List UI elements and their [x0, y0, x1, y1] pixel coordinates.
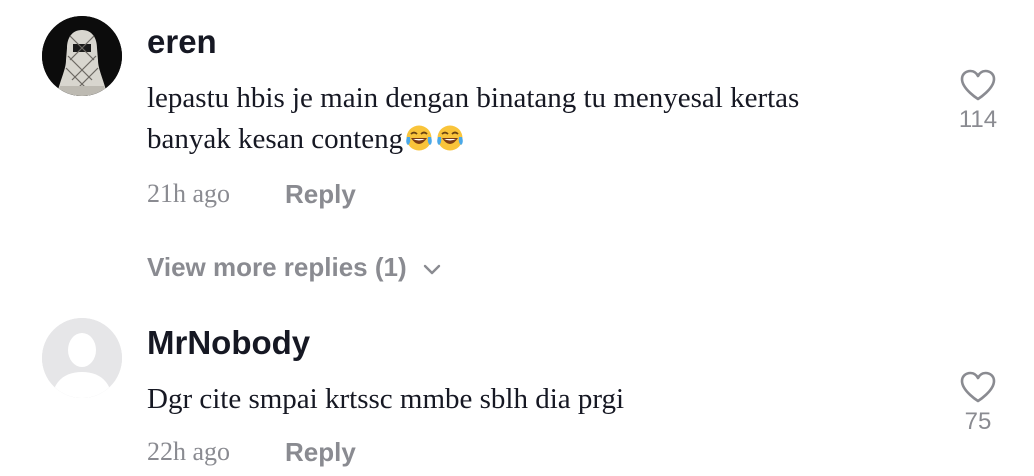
- like-count: 75: [964, 408, 992, 435]
- view-more-replies-button[interactable]: View more replies (1): [147, 250, 441, 284]
- comment-meta: 22h ago Reply: [147, 435, 356, 469]
- like-button[interactable]: 75: [948, 370, 1008, 436]
- comment-username[interactable]: MrNobody: [147, 323, 310, 363]
- comment-text: Dgr cite smpai krtssc mmbe sblh dia prgi: [147, 383, 625, 415]
- comment-text-fragment: banyak kesan conteng: [147, 123, 404, 155]
- heart-icon: [960, 69, 996, 101]
- heart-icon: [960, 371, 996, 403]
- comment-text-line: banyak kesan conteng: [147, 119, 907, 160]
- face-with-tears-of-joy-icon: [437, 125, 463, 151]
- comment-username[interactable]: eren: [147, 22, 217, 62]
- comment-timestamp: 21h ago: [147, 179, 231, 208]
- comment-text: lepastu hbis je main dengan binatang tu …: [147, 78, 907, 160]
- comment-timestamp: 22h ago: [147, 437, 231, 466]
- face-with-tears-of-joy-icon: [406, 125, 432, 151]
- default-avatar-icon: [42, 318, 122, 398]
- comment-text-line: lepastu hbis je main dengan binatang tu …: [147, 82, 800, 114]
- like-button[interactable]: 114: [948, 68, 1008, 134]
- keffiyeh-avatar-icon: [42, 16, 122, 96]
- comment-meta: 21h ago Reply: [147, 177, 356, 211]
- comment-item: MrNobody Dgr cite smpai krtssc mmbe sblh…: [0, 300, 1034, 476]
- reply-button[interactable]: Reply: [285, 179, 356, 210]
- like-count: 114: [958, 106, 998, 133]
- avatar[interactable]: [42, 16, 122, 96]
- avatar[interactable]: [42, 318, 122, 398]
- reply-button[interactable]: Reply: [285, 437, 356, 468]
- view-more-replies-label: View more replies (1): [147, 251, 407, 282]
- chevron-down-icon: [423, 252, 441, 283]
- comment-item: eren lepastu hbis je main dengan binatan…: [0, 0, 1034, 282]
